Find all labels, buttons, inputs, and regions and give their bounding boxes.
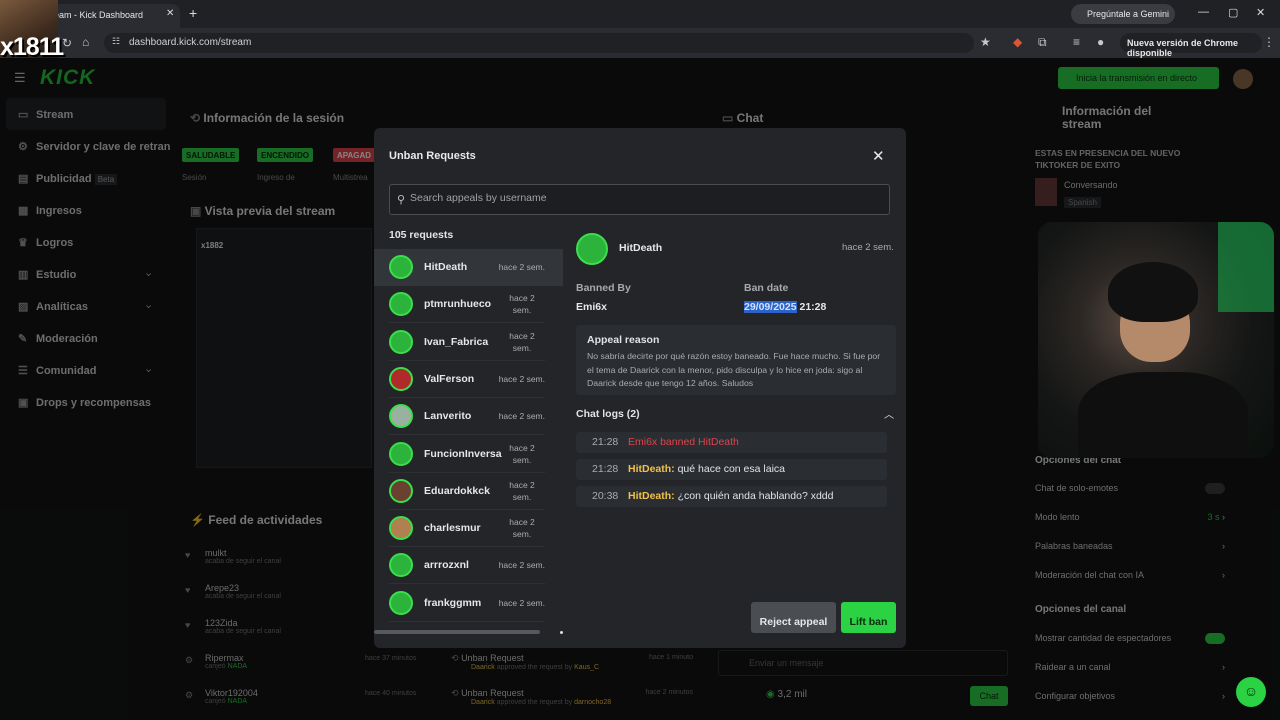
help-icon[interactable]: ☺ <box>1236 677 1266 707</box>
banned-by-value: Emi6x <box>576 301 607 313</box>
window-close-icon[interactable]: ✕ <box>1256 6 1265 19</box>
close-icon[interactable]: ✕ <box>872 147 885 165</box>
request-time: hace 2 sem. <box>498 262 545 272</box>
request-username: arrrozxnl <box>424 559 469 572</box>
user-avatar <box>389 292 413 317</box>
list-scrollbar[interactable] <box>374 630 540 634</box>
log-user: HitDeath: <box>628 463 675 475</box>
detail-time: hace 2 sem. <box>842 242 894 253</box>
tab-title: eam - Kick Dashboard <box>54 10 144 20</box>
request-item[interactable]: ValFerson hace 2 sem. <box>374 361 563 398</box>
browser-tab[interactable]: eam - Kick Dashboard <box>40 4 180 28</box>
media-icon[interactable]: ≡ <box>1073 35 1080 49</box>
appeal-title: Appeal reason <box>587 334 660 346</box>
request-item[interactable]: frankggmm hace 2 sem. <box>374 585 563 622</box>
ban-date-value: 29/09/2025 21:28 <box>744 301 826 313</box>
chat-log-row: 21:28 HitDeath: qué hace con esa laica <box>576 459 887 480</box>
request-item[interactable]: HitDeath hace 2 sem. <box>374 249 563 286</box>
request-item[interactable]: Ivan_Fabrica hace 2 sem. <box>374 324 563 361</box>
user-avatar <box>389 441 413 466</box>
request-time: hace 2 sem. <box>498 373 545 384</box>
search-input-wrapper <box>389 184 890 215</box>
chat-log-row: 21:28 Emi6x banned HitDeath <box>576 432 887 453</box>
request-time: hace 2 sem. <box>509 479 535 502</box>
log-time: 21:28 <box>592 463 619 475</box>
detail-avatar <box>576 233 608 265</box>
log-msg: ¿con quién anda hablando? xddd <box>677 490 834 502</box>
home-icon[interactable]: ⌂ <box>82 35 89 49</box>
log-user: HitDeath: <box>628 490 675 502</box>
url-text: dashboard.kick.com/stream <box>129 37 252 48</box>
streamer-webcam <box>1038 222 1274 458</box>
user-avatar <box>389 404 413 429</box>
ban-date-selected: 29/09/2025 <box>744 301 797 313</box>
ban-time: 21:28 <box>799 301 827 313</box>
banned-by-label: Banned By <box>576 282 631 294</box>
user-avatar <box>389 590 413 615</box>
request-item[interactable]: charlesmur hace 2 sem. <box>374 510 563 548</box>
user-avatar <box>389 516 413 541</box>
log-msg: qué hace con esa laica <box>677 463 786 475</box>
search-input[interactable] <box>410 192 880 204</box>
request-time: hace 2 sem. <box>509 517 535 540</box>
chat-logs-title[interactable]: Chat logs (2) <box>576 408 640 420</box>
gemini-button[interactable]: Pregúntale a Gemini <box>1071 4 1175 24</box>
detail-username: HitDeath <box>619 242 663 254</box>
request-item[interactable]: Lanverito hace 2 sem. <box>374 398 563 436</box>
lift-ban-button[interactable]: Lift ban <box>841 602 896 633</box>
new-tab-icon[interactable]: + <box>189 5 197 21</box>
request-item[interactable]: arrrozxnl hace 2 sem. <box>374 547 563 585</box>
ban-date-label: Ban date <box>744 282 789 294</box>
log-time: 21:28 <box>592 436 619 448</box>
maximize-icon[interactable]: ▢ <box>1228 6 1238 19</box>
appeal-text: No sabría decirte por qué razón estoy ba… <box>587 351 881 388</box>
reject-appeal-button[interactable]: Reject appeal <box>751 602 836 633</box>
log-system-msg: Emi6x banned HitDeath <box>628 436 739 448</box>
request-username: Eduardokkck <box>424 484 490 497</box>
chevron-up-icon[interactable]: ︿ <box>884 406 894 421</box>
scroll-dot <box>560 631 563 634</box>
request-username: charlesmur <box>424 522 481 535</box>
chat-log-row: 20:38 HitDeath: ¿con quién anda hablando?… <box>576 486 887 507</box>
chrome-menu-icon[interactable]: ⋮ <box>1263 35 1275 49</box>
request-time: hace 2 sem. <box>509 330 535 353</box>
user-avatar <box>389 366 413 391</box>
user-avatar <box>389 478 413 503</box>
request-time: hace 2 sem. <box>498 411 545 422</box>
minimize-icon[interactable]: — <box>1198 6 1209 18</box>
gemini-label: Pregúntale a Gemini <box>1087 9 1170 19</box>
url-field[interactable]: dashboard.kick.com/stream <box>104 33 974 53</box>
request-item[interactable]: FuncionInversa hace 2 sem. <box>374 436 563 473</box>
tab-close-icon[interactable]: ✕ <box>166 8 174 19</box>
user-avatar <box>389 329 413 354</box>
request-item[interactable]: ptmrunhueco hace 2 sem. <box>374 286 563 324</box>
request-username: ValFerson <box>424 372 475 385</box>
request-time: hace 2 sem. <box>509 293 535 316</box>
request-username: FuncionInversa <box>424 447 502 460</box>
request-username: HitDeath <box>424 261 468 273</box>
user-avatar <box>389 553 413 578</box>
extension-icon[interactable]: ◆ <box>1013 35 1022 49</box>
request-item[interactable]: Eduardokkck hace 2 sem. <box>374 473 563 510</box>
request-username: frankggmm <box>424 596 482 609</box>
chrome-update-button[interactable]: Nueva versión de Chrome disponible <box>1120 33 1262 58</box>
request-count: 105 requests <box>389 229 454 241</box>
search-icon: ⚲ <box>397 194 406 206</box>
bookmark-star-icon[interactable]: ★ <box>980 35 991 49</box>
user-avatar <box>389 255 413 279</box>
appeal-box: Appeal reason No sabría decirte por qué … <box>576 325 896 395</box>
extensions-puzzle-icon[interactable]: ⧉ <box>1038 35 1047 50</box>
modal-title: Unban Requests <box>389 150 476 162</box>
reload-icon[interactable]: ↻ <box>62 36 72 50</box>
request-time: hace 2 sem. <box>509 442 535 465</box>
request-time: hace 2 sem. <box>498 597 545 608</box>
request-time: hace 2 sem. <box>498 560 545 571</box>
request-username: ptmrunhueco <box>424 298 492 311</box>
log-time: 20:38 <box>592 490 619 502</box>
request-username: Lanverito <box>424 410 472 423</box>
site-info-icon[interactable]: ☷ <box>112 36 120 47</box>
profile-icon[interactable]: ● <box>1097 35 1104 49</box>
request-username: Ivan_Fabrica <box>424 335 489 348</box>
